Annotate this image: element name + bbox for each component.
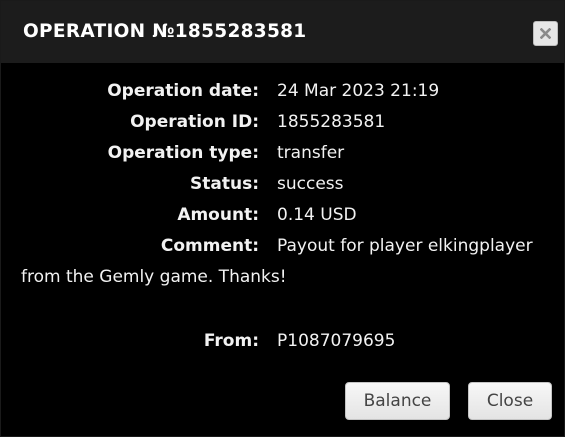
- dialog-close-x-button[interactable]: [533, 21, 558, 46]
- detail-row-status: Status: success: [1, 173, 565, 195]
- detail-value: Payout for player elkingplayer: [277, 236, 533, 256]
- detail-label: Operation ID:: [130, 112, 259, 132]
- detail-value: success: [277, 174, 344, 194]
- close-x-icon: [540, 28, 551, 39]
- detail-label: Comment:: [160, 236, 259, 256]
- balance-button[interactable]: Balance: [345, 382, 450, 420]
- detail-row-from: From: P1087079695: [1, 330, 565, 352]
- detail-label: Operation type:: [107, 143, 259, 163]
- dialog-title: OPERATION №1855283581: [23, 21, 307, 42]
- detail-label: Operation date:: [107, 81, 259, 101]
- detail-row-amount: Amount: 0.14 USD: [1, 204, 565, 226]
- detail-value: 0.14 USD: [277, 205, 357, 225]
- detail-row-comment: Comment: Payout for player elkingplayer: [1, 235, 565, 257]
- detail-value: P1087079695: [277, 331, 396, 351]
- detail-value: transfer: [277, 143, 345, 163]
- detail-label: Amount:: [177, 205, 259, 225]
- detail-row-operation-id: Operation ID: 1855283581: [1, 111, 565, 133]
- detail-label: From:: [203, 331, 259, 351]
- comment-continuation: from the Gemly game. Thanks!: [21, 267, 287, 287]
- detail-label: Status:: [190, 174, 259, 194]
- detail-row-operation-date: Operation date: 24 Mar 2023 21:19: [1, 80, 565, 102]
- dialog-titlebar: OPERATION №1855283581: [1, 1, 564, 63]
- detail-value: 1855283581: [277, 112, 386, 132]
- close-button[interactable]: Close: [468, 382, 552, 420]
- detail-row-operation-type: Operation type: transfer: [1, 142, 565, 164]
- detail-value: 24 Mar 2023 21:19: [277, 81, 440, 101]
- operation-dialog: OPERATION №1855283581 Operation date: 24…: [0, 0, 565, 437]
